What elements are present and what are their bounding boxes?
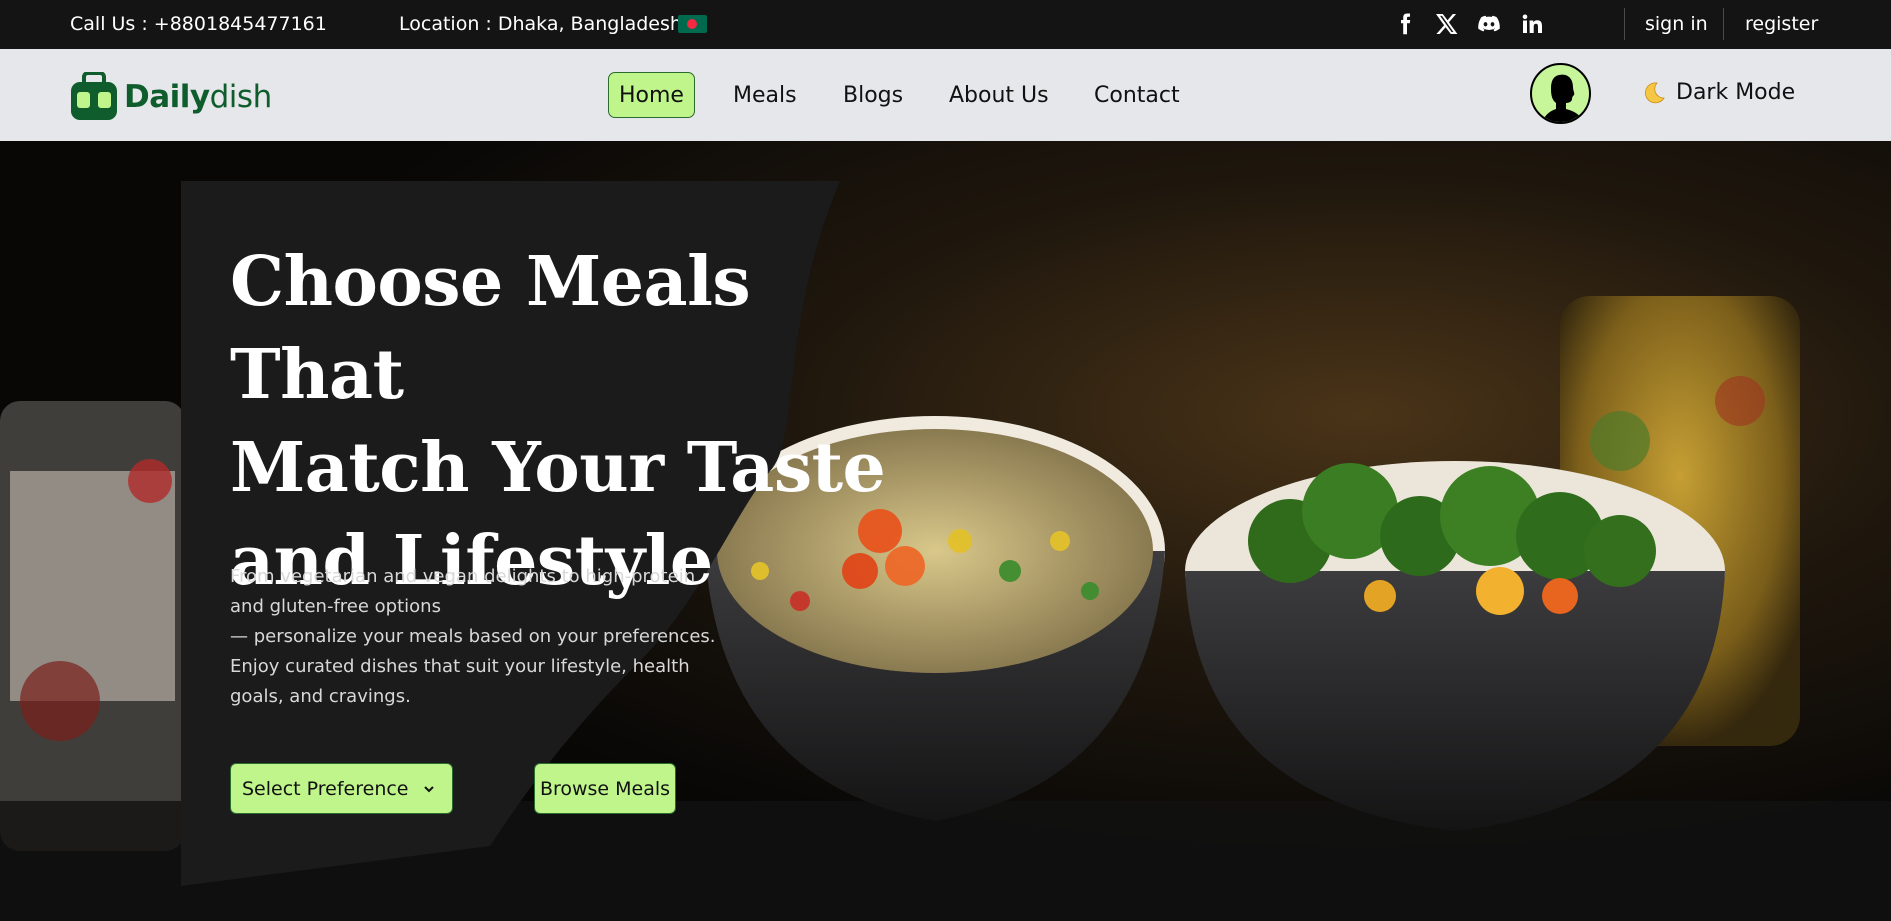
moon-icon bbox=[1645, 82, 1665, 103]
select-preference-label: Select Preference bbox=[242, 777, 409, 800]
lunchbox-icon bbox=[71, 72, 117, 120]
nav-home[interactable]: Home bbox=[608, 72, 695, 118]
dark-mode-label: Dark Mode bbox=[1676, 80, 1796, 105]
x-icon[interactable] bbox=[1434, 11, 1460, 37]
divider bbox=[1723, 8, 1724, 40]
top-bar: Call Us : +8801845477161 Location : Dhak… bbox=[0, 0, 1891, 49]
nav-contact[interactable]: Contact bbox=[1094, 72, 1180, 118]
dark-mode-toggle[interactable]: Dark Mode bbox=[1642, 80, 1795, 105]
discord-icon[interactable] bbox=[1476, 11, 1502, 37]
divider bbox=[1624, 8, 1625, 40]
call-us-text: Call Us : +8801845477161 bbox=[70, 13, 327, 35]
hero-section: Choose Meals That Match Your Taste and L… bbox=[0, 141, 1891, 921]
facebook-icon[interactable] bbox=[1392, 11, 1418, 37]
main-navbar: Dailydish Home Meals Blogs About Us Cont… bbox=[0, 49, 1891, 141]
hero-description: From vegetarian and vegan delights to hi… bbox=[230, 566, 716, 707]
chevron-down-icon bbox=[424, 786, 434, 793]
dailydish-logo[interactable]: Dailydish bbox=[68, 72, 272, 122]
user-avatar[interactable] bbox=[1530, 63, 1591, 124]
location-text: Location : Dhaka, Bangladesh bbox=[399, 13, 682, 35]
nav-blogs[interactable]: Blogs bbox=[843, 72, 903, 118]
nav-about-us[interactable]: About Us bbox=[949, 72, 1049, 118]
sign-in-link[interactable]: sign in bbox=[1645, 13, 1708, 35]
linkedin-icon[interactable] bbox=[1519, 11, 1545, 37]
select-preference-dropdown[interactable]: Select Preference bbox=[230, 763, 453, 814]
user-silhouette-icon bbox=[1541, 74, 1585, 122]
logo-text: Dailydish bbox=[124, 79, 272, 115]
nav-meals[interactable]: Meals bbox=[733, 72, 797, 118]
browse-meals-button[interactable]: Browse Meals bbox=[534, 763, 676, 814]
hero-title: Choose Meals That Match Your Taste and L… bbox=[230, 242, 886, 601]
bangladesh-flag-icon bbox=[678, 15, 707, 33]
register-link[interactable]: register bbox=[1745, 13, 1818, 35]
